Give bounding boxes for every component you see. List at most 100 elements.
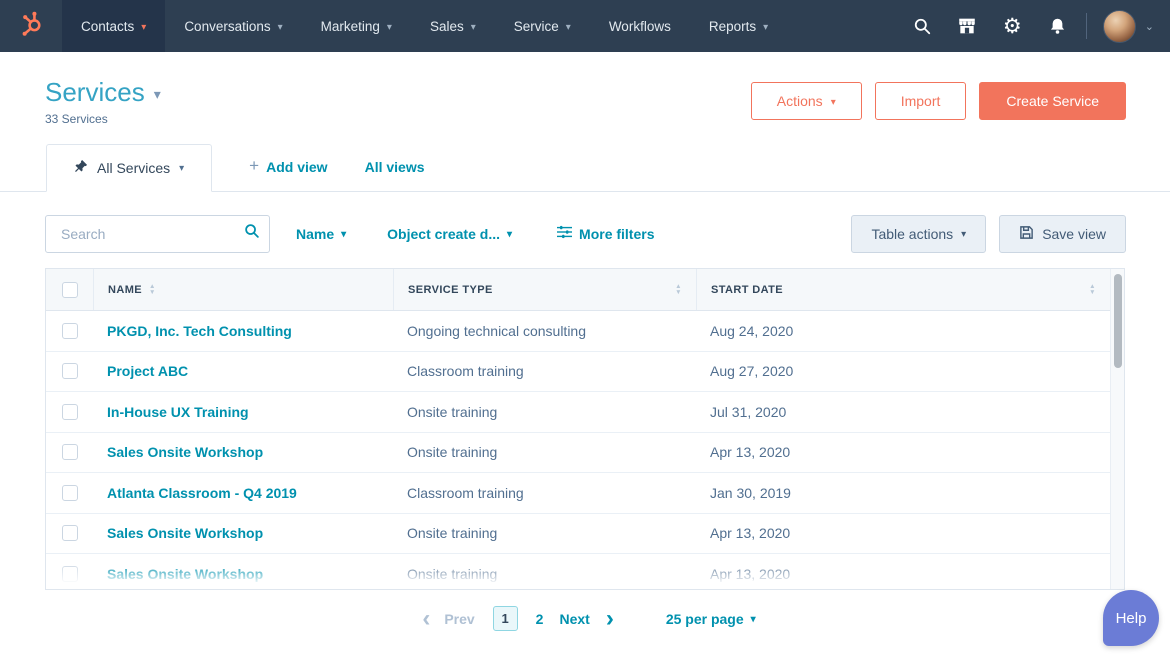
chevron-left-icon[interactable]: ‹ [414, 606, 438, 631]
scrollbar-thumb[interactable] [1114, 274, 1122, 368]
select-all-checkbox[interactable] [61, 281, 78, 298]
save-icon [1019, 225, 1034, 243]
notifications-bell-icon[interactable] [1035, 0, 1080, 52]
create-date-filter-label: Object create d... [387, 225, 500, 242]
search-icon[interactable] [900, 0, 945, 52]
page-header: Services ▾ 33 Services Actions ▾ Import … [0, 52, 1170, 126]
start-date-cell: Jan 30, 2019 [710, 484, 791, 501]
row-checkbox[interactable] [61, 565, 78, 582]
next-page-button[interactable]: Next [559, 611, 589, 627]
create-date-filter-dropdown[interactable]: Object create d... ▾ [387, 226, 512, 242]
sort-icon[interactable]: ▲ ▼ [149, 283, 156, 295]
chevron-down-icon: ▾ [179, 163, 185, 175]
service-name-link[interactable]: Atlanta Classroom - Q4 2019 [107, 485, 297, 501]
page-title-dropdown[interactable]: Services ▾ [45, 78, 161, 107]
account-menu[interactable]: ⌄ [1102, 9, 1154, 43]
nav-divider [1085, 13, 1087, 39]
create-service-button[interactable]: Create Service [979, 82, 1126, 120]
page-1-button[interactable]: 1 [492, 606, 518, 631]
chevron-right-icon[interactable]: › [598, 606, 622, 631]
chevron-down-icon: ▾ [565, 21, 571, 33]
table-actions-button[interactable]: Table actions ▾ [851, 214, 987, 253]
name-filter-dropdown[interactable]: Name ▾ [296, 226, 346, 242]
service-name-link[interactable]: In-House UX Training [107, 404, 249, 420]
service-type-cell: Classroom training [407, 363, 524, 380]
chevron-down-icon: ▾ [750, 614, 756, 625]
help-button[interactable]: Help [1103, 590, 1159, 646]
prev-page-button[interactable]: Prev [444, 611, 474, 627]
nav-item-reports[interactable]: Reports ▾ [690, 0, 787, 52]
start-date-cell: Apr 13, 2020 [710, 565, 791, 582]
service-type-cell: Ongoing technical consulting [407, 322, 587, 339]
page-title: Services [45, 77, 145, 107]
main-menu: Contacts ▾ Conversations ▾ Marketing ▾ S… [62, 0, 787, 52]
save-view-button[interactable]: Save view [999, 214, 1126, 253]
more-filters-label: More filters [579, 225, 655, 242]
chevron-down-icon: ▾ [470, 21, 476, 33]
user-avatar [1102, 9, 1136, 43]
start-date-cell: Aug 24, 2020 [710, 322, 794, 339]
row-checkbox[interactable] [61, 363, 78, 380]
sprocket-icon [18, 10, 45, 42]
service-type-cell: Classroom training [407, 484, 524, 501]
row-checkbox[interactable] [61, 403, 78, 420]
nav-label: Contacts [81, 18, 135, 34]
nav-item-marketing[interactable]: Marketing ▾ [302, 0, 411, 52]
column-label: SERVICE TYPE [408, 283, 493, 296]
header-checkbox-cell [46, 269, 93, 310]
column-header-name[interactable]: NAME ▲ ▼ [93, 269, 393, 310]
service-name-link[interactable]: PKGD, Inc. Tech Consulting [107, 323, 292, 339]
record-count: 33 Services [45, 111, 108, 126]
sort-icon[interactable]: ▲ ▼ [1089, 283, 1096, 295]
service-name-link[interactable]: Sales Onsite Workshop [107, 444, 263, 460]
row-checkbox[interactable] [61, 484, 78, 501]
nav-item-contacts[interactable]: Contacts ▾ [62, 0, 166, 52]
row-checkbox[interactable] [61, 444, 78, 461]
nav-label: Sales [429, 18, 464, 34]
table-row: In-House UX Training Onsite training Jul… [46, 392, 1110, 433]
row-checkbox[interactable] [61, 525, 78, 542]
table-scrollbar[interactable] [1110, 269, 1124, 589]
pagination: ‹ Prev 1 2 Next › 25 per page ▾ [0, 606, 1170, 631]
page-2-button[interactable]: 2 [536, 611, 544, 627]
nav-item-service[interactable]: Service ▾ [495, 0, 590, 52]
actions-button[interactable]: Actions ▾ [750, 82, 862, 120]
table-row: Atlanta Classroom - Q4 2019 Classroom tr… [46, 473, 1110, 514]
per-page-label: 25 per page [665, 610, 744, 627]
hubspot-logo[interactable] [0, 0, 62, 52]
nav-label: Workflows [608, 18, 671, 34]
row-checkbox[interactable] [61, 322, 78, 339]
actions-button-label: Actions [776, 93, 823, 109]
chevron-down-icon: ▾ [153, 86, 161, 103]
per-page-dropdown[interactable]: 25 per page ▾ [666, 611, 756, 627]
help-label: Help [1115, 609, 1147, 627]
nav-item-sales[interactable]: Sales ▾ [411, 0, 495, 52]
view-tabs: All Services ▾ + Add view All views [0, 143, 1170, 192]
nav-item-workflows[interactable]: Workflows [590, 0, 690, 52]
more-filters-button[interactable]: More filters [557, 225, 655, 242]
marketplace-icon[interactable] [945, 0, 990, 52]
settings-gear-icon[interactable]: ⚙ [990, 0, 1035, 52]
table-actions-label: Table actions [871, 225, 954, 242]
column-header-start-date[interactable]: START DATE ▲ ▼ [696, 269, 1110, 310]
chevron-down-icon: ▾ [830, 96, 836, 108]
search-input[interactable] [59, 224, 244, 243]
service-name-link[interactable]: Sales Onsite Workshop [107, 525, 263, 541]
nav-item-conversations[interactable]: Conversations ▾ [165, 0, 301, 52]
chevron-down-icon: ▾ [341, 229, 347, 241]
services-table: NAME ▲ ▼ SERVICE TYPE ▲ ▼ START DATE ▲ ▼ PK… [45, 268, 1125, 590]
service-name-link[interactable]: Sales Onsite Workshop [107, 566, 263, 582]
service-type-cell: Onsite training [407, 403, 498, 420]
sort-icon[interactable]: ▲ ▼ [675, 283, 682, 295]
nav-label: Conversations [184, 18, 271, 34]
pin-icon [74, 159, 88, 176]
service-name-link[interactable]: Project ABC [107, 363, 188, 379]
column-header-service-type[interactable]: SERVICE TYPE ▲ ▼ [393, 269, 696, 310]
table-row: PKGD, Inc. Tech Consulting Ongoing techn… [46, 311, 1110, 352]
service-type-cell: Onsite training [407, 444, 498, 461]
search-icon[interactable] [244, 223, 260, 244]
all-views-link[interactable]: All views [365, 159, 425, 175]
tab-all-services[interactable]: All Services ▾ [46, 143, 213, 192]
import-button[interactable]: Import [874, 82, 967, 120]
add-view-link[interactable]: + Add view [249, 156, 327, 176]
